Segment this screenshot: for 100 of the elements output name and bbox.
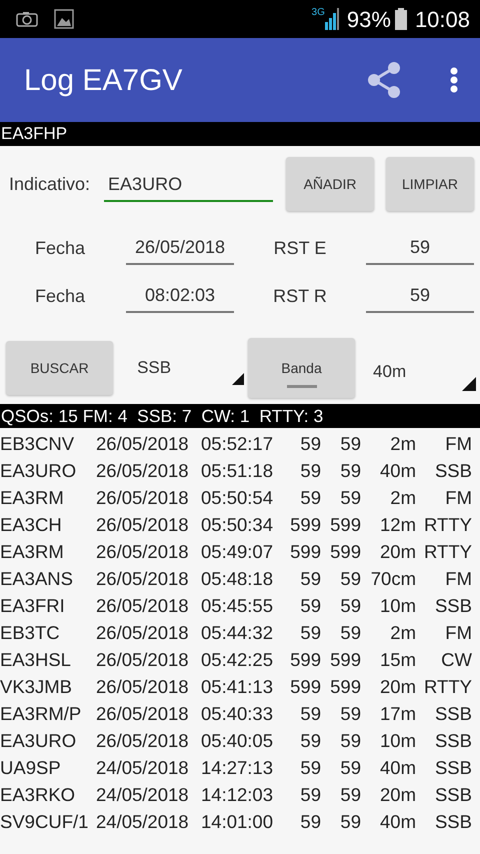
table-cell-text: SSB — [434, 702, 472, 726]
table-cell-text: 59 — [339, 702, 361, 726]
clear-button[interactable]: LIMPIAR — [386, 157, 474, 211]
table-cell-text: 20m — [379, 675, 416, 699]
menu-button[interactable] — [450, 67, 458, 93]
table-cell-text: 12m — [379, 513, 416, 537]
table-cell-text: FM — [444, 432, 472, 456]
table-cell-text: EB3TC — [0, 621, 61, 645]
table-cell-text: SV9CUF/1 — [0, 810, 90, 834]
table-cell-text: 05:44:32 — [201, 621, 274, 645]
table-cell-text: 14:27:13 — [201, 756, 274, 780]
share-button[interactable] — [366, 61, 402, 99]
table-cell-text: 40m — [379, 810, 416, 834]
battery-icon — [394, 8, 407, 30]
table-cell-text: 26/05/2018 — [96, 675, 190, 699]
summary-bar: QSOs: 15 FM: 4 SSB: 7 CW: 1 RTTY: 3 — [0, 404, 480, 428]
table-cell-text: 24/05/2018 — [96, 756, 190, 780]
table-cell-text: EA3URO — [0, 729, 78, 753]
table-cell-text: 59 — [339, 810, 361, 834]
table-cell-text: 59 — [299, 783, 321, 807]
table-cell-text: 05:42:25 — [201, 648, 274, 672]
table-cell-text: 24/05/2018 — [96, 810, 190, 834]
table-cell-text: 59 — [299, 459, 321, 483]
table-cell-text: 15m — [379, 648, 416, 672]
field-label: RST E — [272, 236, 328, 260]
table-cell-text: 59 — [299, 594, 321, 618]
table-cell-text: 05:50:34 — [201, 513, 274, 537]
table-cell-text: 26/05/2018 — [96, 432, 190, 456]
table-cell-text: SSB — [434, 756, 472, 780]
table-cell-text: EA3ANS — [0, 567, 74, 591]
table-cell-text: 59 — [339, 567, 361, 591]
app-title: Log EA7GV — [24, 62, 184, 98]
table-cell-text: 59 — [339, 621, 361, 645]
table-cell-text: SSB — [434, 459, 472, 483]
battery-percent: 93% — [346, 6, 391, 34]
table-cell-text: 14:12:03 — [201, 783, 274, 807]
table-cell-text: 59 — [339, 486, 361, 510]
table-cell-text: 05:52:17 — [201, 432, 274, 456]
field-label: Fecha — [34, 236, 86, 260]
signal-icon — [324, 8, 339, 30]
table-cell-text: 10m — [379, 729, 416, 753]
share-icon — [366, 61, 402, 99]
network-label: 3G — [312, 8, 325, 18]
clock: 10:08 — [414, 6, 470, 34]
table-cell-text: 14:01:00 — [201, 810, 274, 834]
table-cell-text: EA3RM — [0, 540, 65, 564]
table-cell-text: 26/05/2018 — [96, 702, 190, 726]
more-icon — [450, 67, 458, 93]
field-input[interactable]: 59 — [366, 232, 474, 264]
table-cell-text: 59 — [339, 756, 361, 780]
table-cell-text: 05:40:05 — [201, 729, 274, 753]
table-cell-text: 59 — [339, 432, 361, 456]
table-cell-text: 05:49:07 — [201, 540, 274, 564]
table-cell-text: RTTY — [423, 675, 472, 699]
table-cell-text: FM — [444, 486, 472, 510]
table-cell-text: 26/05/2018 — [96, 594, 190, 618]
table-cell-text: 05:45:55 — [201, 594, 274, 618]
table-cell-text: 599 — [329, 513, 361, 537]
table-cell-text: 2m — [389, 621, 416, 645]
dropdown-triangle-icon — [232, 373, 244, 385]
band-toggle-button[interactable]: Banda — [248, 338, 356, 398]
search-button[interactable]: BUSCAR — [6, 341, 114, 395]
dropdown-triangle-icon — [462, 377, 476, 391]
add-button[interactable]: AÑADIR — [286, 157, 374, 211]
table-cell-text: 59 — [299, 702, 321, 726]
table-cell-text: SSB — [434, 729, 472, 753]
table-cell-text: 26/05/2018 — [96, 621, 190, 645]
table-cell-text: 24/05/2018 — [96, 783, 190, 807]
mode-dropdown[interactable]: SSB — [119, 341, 248, 395]
table-cell-text: EA3RKO — [0, 783, 76, 807]
table-cell-text: 40m — [379, 459, 416, 483]
table-cell-text: 59 — [299, 432, 321, 456]
band-dropdown[interactable]: 40m — [355, 341, 480, 395]
table-cell-text: 599 — [329, 675, 361, 699]
table-cell-text: 05:48:18 — [201, 567, 274, 591]
table-cell-text: EA3RM/P — [0, 702, 82, 726]
table-cell-text: 59 — [299, 567, 321, 591]
table-cell-text: 20m — [379, 540, 416, 564]
field-input[interactable]: 26/05/2018 — [126, 232, 234, 264]
field-label: RST R — [272, 284, 328, 308]
table-cell-text: UA9SP — [0, 756, 62, 780]
field-label: Fecha — [34, 284, 86, 308]
table-cell-text: EA3RM — [0, 486, 65, 510]
table-cell-text: EB3CNV — [0, 432, 76, 456]
table-cell-text: 599 — [329, 540, 361, 564]
table-cell-text: 05:50:54 — [201, 486, 274, 510]
table-cell-text: 599 — [329, 648, 361, 672]
field-input[interactable]: 08:02:03 — [126, 280, 234, 312]
table-cell-text: EA3FRI — [0, 594, 66, 618]
field-input[interactable]: 59 — [366, 280, 474, 312]
table-cell-text: 26/05/2018 — [96, 486, 190, 510]
callsign-input[interactable]: EA3URO — [104, 168, 274, 202]
table-cell-text: 59 — [299, 621, 321, 645]
table-cell-text: EA3CH — [0, 513, 63, 537]
table-cell-text: 59 — [299, 486, 321, 510]
table-cell-text: 17m — [379, 702, 416, 726]
table-cell-text: 59 — [299, 729, 321, 753]
table-cell-text: 26/05/2018 — [96, 648, 190, 672]
table-cell-text: SSB — [434, 810, 472, 834]
table-cell-text: 599 — [289, 540, 321, 564]
